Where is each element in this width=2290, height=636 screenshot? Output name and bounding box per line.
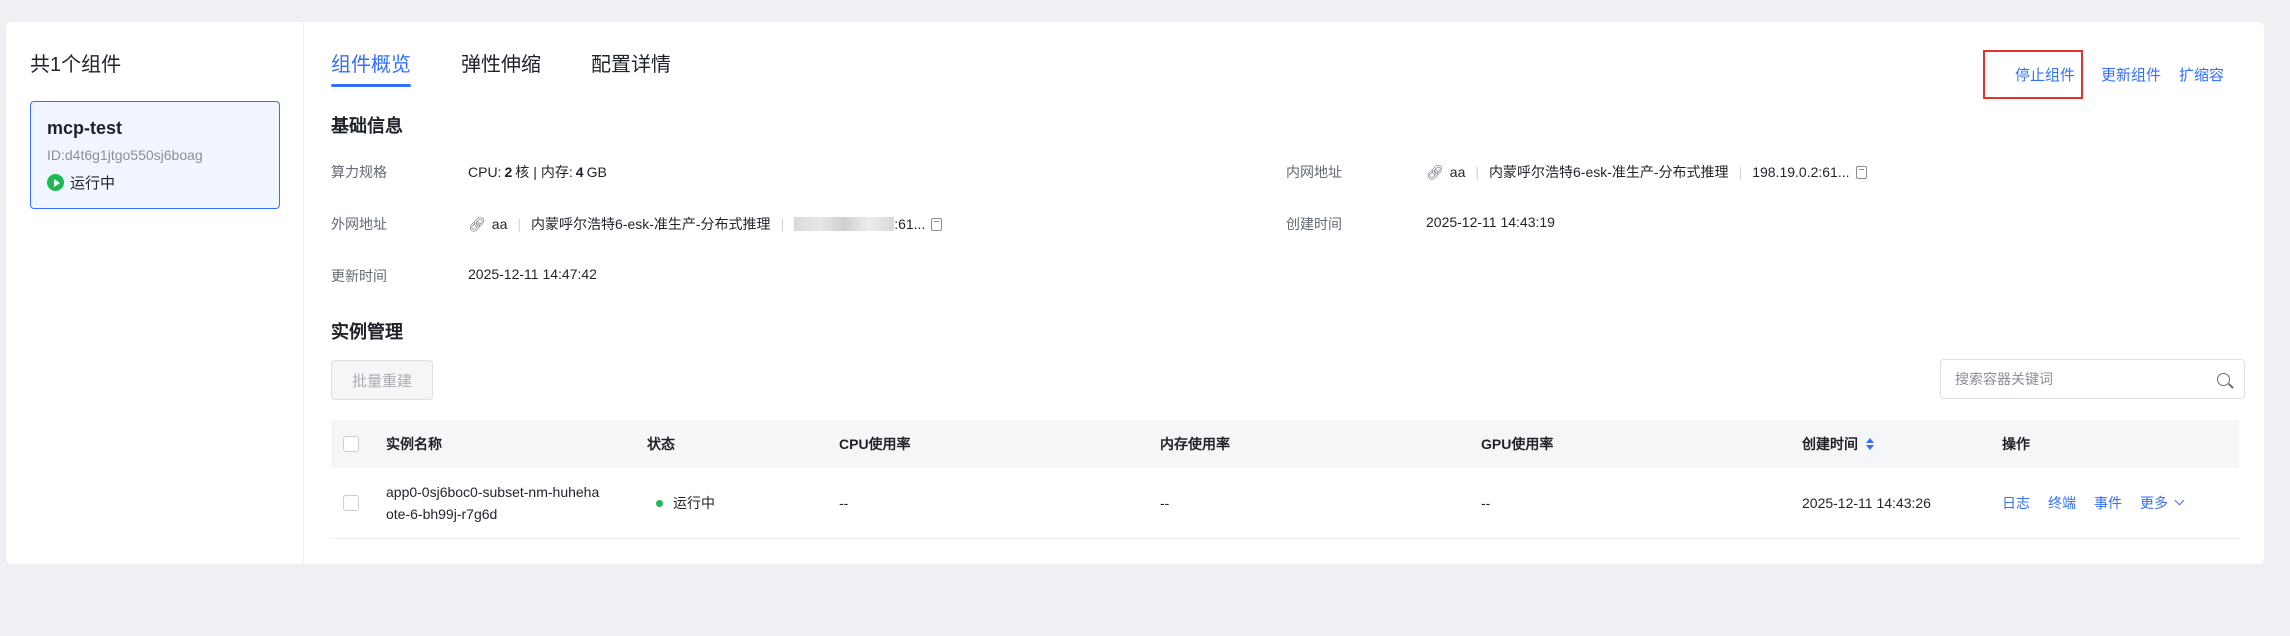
divider: | [1475, 164, 1479, 180]
stop-component-button[interactable]: 停止组件 [1982, 50, 2083, 99]
spec-separator: | [533, 164, 537, 180]
tab-overview[interactable]: 组件概览 [331, 48, 411, 88]
col-gpu: GPU使用率 [1481, 436, 1554, 452]
intranet-region: 内蒙呼尔浩特6-esk-准生产-分布式推理 [1489, 164, 1729, 180]
tab-config-details[interactable]: 配置详情 [591, 48, 671, 88]
col-created[interactable]: 创建时间 [1802, 434, 1874, 454]
col-instance-name: 实例名称 [386, 436, 442, 452]
instance-memory: -- [1160, 495, 1170, 511]
divider: | [517, 216, 521, 232]
scale-button[interactable]: 扩缩容 [2179, 64, 2224, 85]
component-status: 运行中 [47, 172, 115, 193]
component-list-panel: 共1个组件 mcp-test ID:d4t6g1jtgo550sj6boag 运… [6, 22, 304, 564]
extranet-label: 外网地址 [331, 216, 387, 232]
update-component-button[interactable]: 更新组件 [2101, 64, 2161, 85]
spec-label: 算力规格 [331, 164, 387, 180]
top-actions: 停止组件 更新组件 扩缩容 [1982, 50, 2224, 99]
search-input[interactable] [1941, 360, 2191, 398]
component-card: 共1个组件 mcp-test ID:d4t6g1jtgo550sj6boag 运… [6, 22, 2264, 564]
chevron-down-icon [2174, 495, 2185, 505]
created-label: 创建时间 [1286, 216, 1342, 232]
search-icon[interactable] [2217, 373, 2230, 386]
sort-icon[interactable] [1866, 438, 1874, 450]
instance-status-label: 运行中 [673, 495, 715, 511]
instance-management-title: 实例管理 [331, 322, 403, 342]
intranet-address: 198.19.0.2:61... [1752, 164, 1850, 180]
instance-cpu: -- [839, 495, 849, 511]
row-checkbox[interactable] [343, 495, 359, 511]
redacted-address [794, 217, 895, 231]
mem-unit: GB [586, 164, 607, 180]
terminal-link[interactable]: 终端 [2048, 493, 2076, 513]
play-circle-icon [47, 174, 64, 191]
col-cpu: CPU使用率 [839, 436, 911, 452]
cpu-value: 2 [504, 164, 513, 180]
col-created-label: 创建时间 [1802, 436, 1858, 452]
basic-info-title: 基础信息 [331, 116, 403, 136]
updated-label: 更新时间 [331, 268, 387, 284]
table-header: 实例名称 状态 CPU使用率 内存使用率 GPU使用率 创建时间 操作 [331, 420, 2239, 468]
instance-gpu: -- [1481, 495, 1491, 511]
intranet-label: 内网地址 [1286, 164, 1342, 180]
component-id: ID:d4t6g1jtgo550sj6boag [47, 147, 203, 163]
extranet-value: 🔗︎ aa | 内蒙呼尔浩特6-esk-准生产-分布式推理 | :61... [468, 214, 943, 234]
mem-prefix: 内存: [540, 164, 573, 180]
status-dot [656, 499, 663, 507]
instance-name-line2: ote-6-bh99j-r7g6d [386, 506, 498, 522]
col-actions: 操作 [2002, 436, 2030, 452]
batch-rebuild-button[interactable]: 批量重建 [331, 360, 433, 400]
divider: | [780, 216, 785, 232]
instance-created: 2025-12-11 14:43:26 [1802, 495, 1931, 511]
more-label: 更多 [2140, 495, 2168, 511]
logs-link[interactable]: 日志 [2002, 493, 2030, 513]
intranet-value: 🔗︎ aa | 内蒙呼尔浩特6-esk-准生产-分布式推理 | 198.19.0… [1426, 162, 1867, 182]
component-count-title: 共1个组件 [30, 54, 122, 76]
instance-name: app0-0sj6boc0-subset-nm-huheha ote-6-bh9… [386, 481, 599, 525]
instance-table: 实例名称 状态 CPU使用率 内存使用率 GPU使用率 创建时间 操作 app0… [331, 420, 2239, 539]
component-status-label: 运行中 [70, 175, 116, 192]
extranet-address-suffix: :61... [894, 216, 926, 232]
instance-name-line1: app0-0sj6boc0-subset-nm-huheha [386, 484, 600, 500]
col-memory: 内存使用率 [1160, 436, 1230, 452]
instance-actions: 日志 终端 事件 更多 [2002, 493, 2185, 513]
intranet-name: aa [1449, 164, 1466, 180]
more-dropdown[interactable]: 更多 [2140, 493, 2185, 513]
mem-value: 4 [575, 164, 584, 180]
tab-bar: 组件概览 弹性伸缩 配置详情 [331, 48, 721, 88]
select-all-checkbox[interactable] [343, 436, 359, 452]
events-link[interactable]: 事件 [2094, 493, 2122, 513]
extranet-name: aa [491, 216, 508, 232]
tab-autoscaling[interactable]: 弹性伸缩 [461, 48, 541, 88]
table-row: app0-0sj6boc0-subset-nm-huheha ote-6-bh9… [331, 468, 2239, 539]
link-icon: 🔗︎ [468, 215, 486, 232]
updated-value: 2025-12-11 14:47:42 [468, 266, 597, 282]
copy-icon[interactable] [931, 217, 943, 231]
cpu-unit: 核 [515, 164, 530, 180]
extranet-region: 内蒙呼尔浩特6-esk-准生产-分布式推理 [531, 216, 771, 232]
search-box [1940, 359, 2245, 399]
col-status: 状态 [647, 436, 675, 452]
component-name: mcp-test [47, 118, 123, 138]
spec-value: CPU: 2 核 | 内存: 4 GB [468, 162, 607, 182]
divider: | [1738, 164, 1743, 180]
copy-icon[interactable] [1855, 165, 1867, 179]
created-value: 2025-12-11 14:43:19 [1426, 214, 1555, 230]
link-icon: 🔗︎ [1426, 163, 1444, 180]
component-item[interactable]: mcp-test ID:d4t6g1jtgo550sj6boag 运行中 [30, 101, 280, 209]
cpu-prefix: CPU: [468, 164, 502, 180]
instance-status: 运行中 [656, 493, 715, 513]
